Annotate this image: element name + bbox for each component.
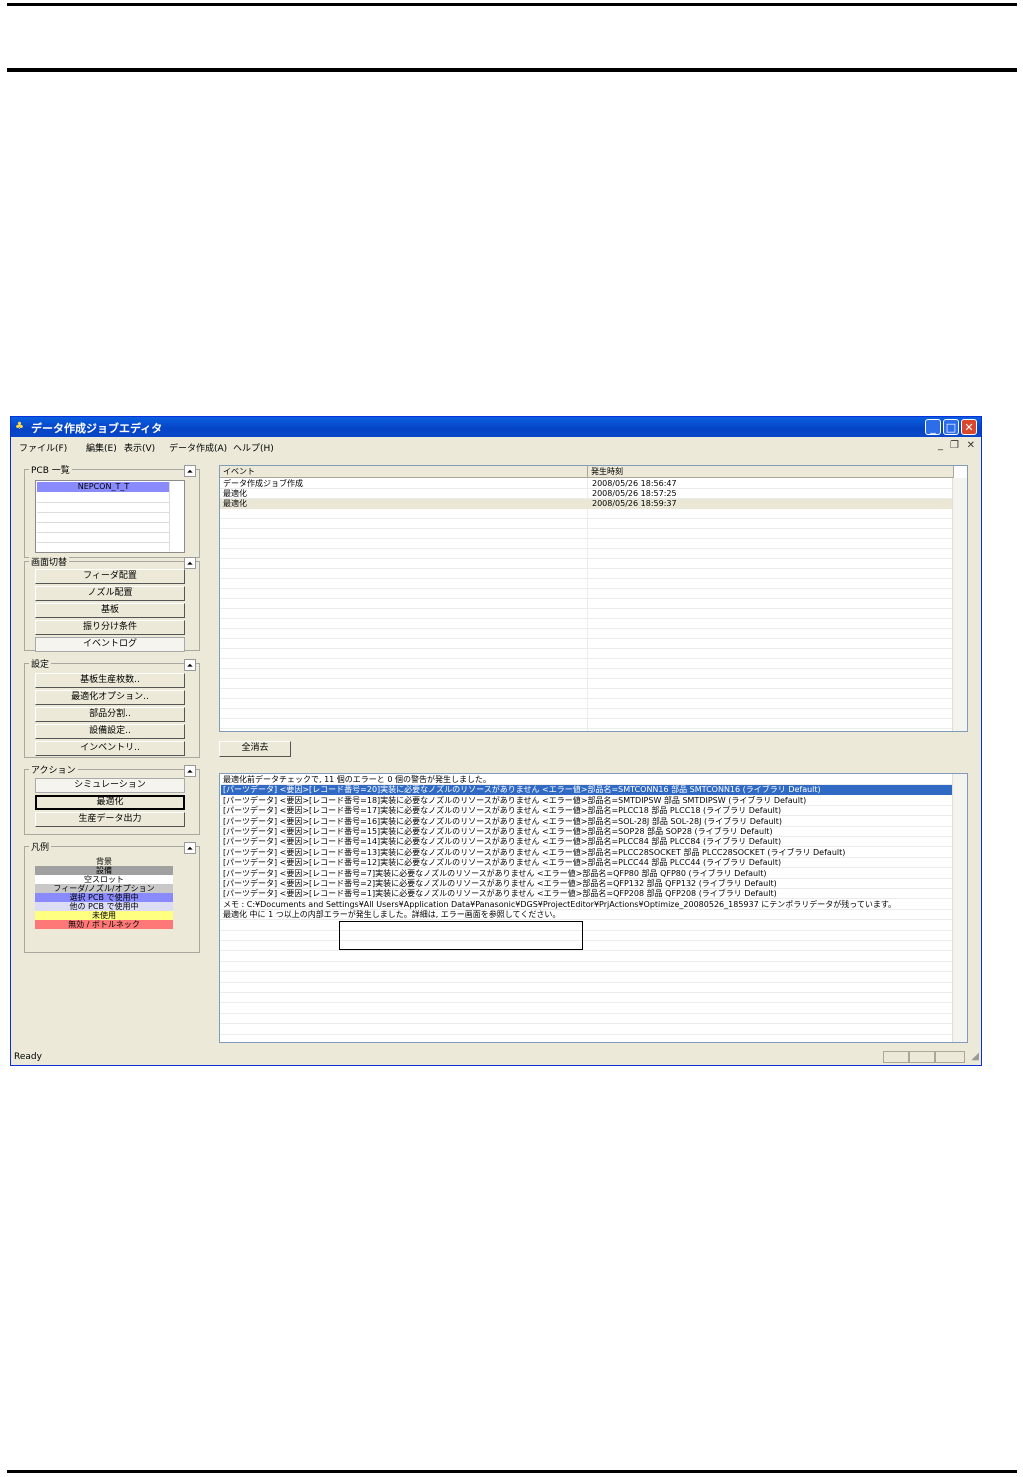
optimize-options-button[interactable]: 最適化オプション.. [35, 690, 185, 705]
resize-grip-icon[interactable]: ◢ [971, 1049, 979, 1065]
screen-switch-group: 画面切替 ⏶ フィーダ配置 ノズル配置 基板 振り分け条件 イベントログ [24, 555, 200, 652]
log-line[interactable]: [パーツデータ] <要因>[レコード番号=18]実装に必要なノズルのリソースがあ… [223, 796, 806, 806]
legend-item: 無効 / ボトルネック [35, 920, 173, 929]
part-split-button[interactable]: 部品分割.. [35, 707, 185, 722]
legend-item: 他の PCB で使用中 [35, 902, 173, 911]
pcb-list-item[interactable]: NEPCON_T_T [37, 482, 170, 492]
mdi-minimize-icon[interactable]: _ [938, 440, 943, 451]
time-cell: 2008/05/26 18:57:25 [592, 489, 677, 498]
legend-item: フィーダ/ノズル/オプション [35, 884, 173, 893]
actions-group: アクション ⏶ シミュレーション 最適化 生産データ出力 [24, 763, 200, 835]
optimize-button[interactable]: 最適化 [35, 795, 185, 810]
collapse-icon[interactable]: ⏶ [184, 557, 196, 569]
mdi-restore-icon[interactable]: ❐ [950, 440, 959, 451]
legend-item: 設備 [35, 866, 173, 875]
annotation-box [339, 921, 583, 950]
board-count-button[interactable]: 基板生産枚数.. [35, 673, 185, 688]
header-rule [7, 68, 1017, 72]
feeder-layout-button[interactable]: フィーダ配置 [35, 569, 185, 584]
log-line[interactable]: 最適化 中に 1 つ以上の内部エラーが発生しました。詳細は, エラー画面を参照し… [223, 910, 560, 920]
settings-group: 設定 ⏶ 基板生産枚数.. 最適化オプション.. 部品分割.. 設備設定.. イ… [24, 657, 200, 758]
event-cell: 最適化 [223, 499, 247, 508]
event-table-scrollbar[interactable] [952, 478, 967, 731]
status-text: Ready [14, 1052, 42, 1062]
log-line[interactable]: [パーツデータ] <要因>[レコード番号=15]実装に必要なノズルのリソースがあ… [223, 827, 773, 837]
status-bar: Ready ◢ [11, 1049, 981, 1065]
legend-item: 選択 PCB で使用中 [35, 893, 173, 902]
log-line[interactable]: [パーツデータ] <要因>[レコード番号=13]実装に必要なノズルのリソースがあ… [223, 848, 845, 858]
legend-group: 凡例 ⏶ 背景 設備 空スロット フィーダ/ノズル/オプション 選択 PCB で使用中他… [24, 840, 200, 953]
pcb-list-group: PCB 一覧 ⏶ NEPCON_T_T [24, 463, 200, 558]
menu-file[interactable]: ファイル(F) [19, 441, 67, 454]
production-data-output-button[interactable]: 生産データ出力 [35, 812, 185, 827]
log-panel[interactable]: 最適化前データチェックで, 11 個のエラーと 0 個の警告が発生しました。 [パ… [219, 773, 968, 1043]
legend-item: 空スロット [35, 875, 173, 884]
clear-all-button[interactable]: 全消去 [219, 741, 291, 757]
event-cell: 最適化 [223, 489, 247, 498]
collapse-icon[interactable]: ⏶ [184, 659, 196, 671]
close-button[interactable]: ✕ [961, 419, 977, 435]
pcb-list-scrollbar[interactable] [169, 482, 183, 551]
log-line[interactable]: [パーツデータ] <要因>[レコード番号=17]実装に必要なノズルのリソースがあ… [223, 806, 781, 816]
log-line[interactable]: [パーツデータ] <要因>[レコード番号=20]実装に必要なノズルのリソースがあ… [223, 785, 821, 795]
pcb-list-label: PCB 一覧 [29, 463, 72, 476]
collapse-icon[interactable]: ⏶ [184, 465, 196, 477]
menu-help[interactable]: ヘルプ(H) [233, 441, 274, 454]
table-row[interactable]: 最適化 2008/05/26 18:57:25 [220, 489, 954, 499]
log-line[interactable]: [パーツデータ] <要因>[レコード番号=12]実装に必要なノズルのリソースがあ… [223, 858, 781, 868]
log-line[interactable]: [パーツデータ] <要因>[レコード番号=7]実装に必要なノズルのリソースがあり… [223, 869, 767, 879]
legend-item: 背景 [35, 857, 173, 866]
time-column-header[interactable]: 発生時刻 [588, 466, 954, 478]
menu-bar: ファイル(F) 編集(E) 表示(V) データ作成(A) ヘルプ(H) _ ❐ … [11, 437, 981, 455]
table-row[interactable]: 最適化 2008/05/26 18:59:37 [220, 499, 954, 509]
event-cell: データ作成ジョブ作成 [223, 479, 303, 488]
app-window: ♣ データ作成ジョブエディタ _ □ ✕ ファイル(F) 編集(E) 表示(V)… [10, 416, 982, 1066]
status-cell [935, 1051, 965, 1063]
log-line[interactable]: [パーツデータ] <要因>[レコード番号=2]実装に必要なノズルのリソースがあり… [223, 879, 777, 889]
app-icon: ♣ [15, 421, 24, 432]
pcb-list[interactable]: NEPCON_T_T [35, 480, 185, 553]
minimize-button[interactable]: _ [925, 419, 941, 435]
time-cell: 2008/05/26 18:56:47 [592, 479, 677, 488]
maximize-button[interactable]: □ [943, 419, 959, 435]
footer-rule [7, 1470, 1017, 1473]
menu-data[interactable]: データ作成(A) [169, 441, 227, 454]
log-panel-scrollbar[interactable] [952, 774, 967, 1042]
menu-view[interactable]: 表示(V) [124, 441, 155, 454]
inventory-button[interactable]: インベントリ.. [35, 741, 185, 756]
window-title: データ作成ジョブエディタ [31, 422, 163, 435]
log-line[interactable]: [パーツデータ] <要因>[レコード番号=14]実装に必要なノズルのリソースがあ… [223, 837, 781, 847]
event-table[interactable]: イベント 発生時刻 データ作成ジョブ作成 2008/05/26 18:56:47 最… [219, 465, 968, 732]
collapse-icon[interactable]: ⏶ [184, 842, 196, 854]
actions-label: アクション [29, 763, 78, 776]
simulation-button[interactable]: シミュレーション [35, 778, 185, 793]
distribution-condition-button[interactable]: 振り分け条件 [35, 620, 185, 635]
equipment-settings-button[interactable]: 設備設定.. [35, 724, 185, 739]
nozzle-layout-button[interactable]: ノズル配置 [35, 586, 185, 601]
legend-item: 未使用 [35, 911, 173, 920]
legend-label: 凡例 [29, 840, 52, 853]
event-column-header[interactable]: イベント [220, 466, 588, 478]
top-rule [7, 3, 1017, 6]
collapse-icon[interactable]: ⏶ [184, 765, 196, 777]
log-line[interactable]: [パーツデータ] <要因>[レコード番号=16]実装に必要なノズルのリソースがあ… [223, 817, 782, 827]
settings-label: 設定 [29, 657, 52, 670]
log-line[interactable]: [パーツデータ] <要因>[レコード番号=1]実装に必要なノズルのリソースがあり… [223, 889, 777, 899]
log-line[interactable]: 最適化前データチェックで, 11 個のエラーと 0 個の警告が発生しました。 [223, 775, 491, 785]
mdi-close-icon[interactable]: ✕ [967, 440, 975, 451]
time-cell: 2008/05/26 18:59:37 [592, 499, 677, 508]
menu-edit[interactable]: 編集(E) [86, 441, 117, 454]
screen-switch-label: 画面切替 [29, 555, 70, 568]
title-bar[interactable]: ♣ データ作成ジョブエディタ _ □ ✕ [11, 417, 981, 437]
event-log-button[interactable]: イベントログ [35, 637, 185, 652]
log-line[interactable]: メモ : C:¥Documents and Settings¥All Users… [223, 900, 896, 910]
board-button[interactable]: 基板 [35, 603, 185, 618]
status-cell [883, 1051, 909, 1063]
table-row[interactable]: データ作成ジョブ作成 2008/05/26 18:56:47 [220, 479, 954, 489]
status-cell [909, 1051, 935, 1063]
